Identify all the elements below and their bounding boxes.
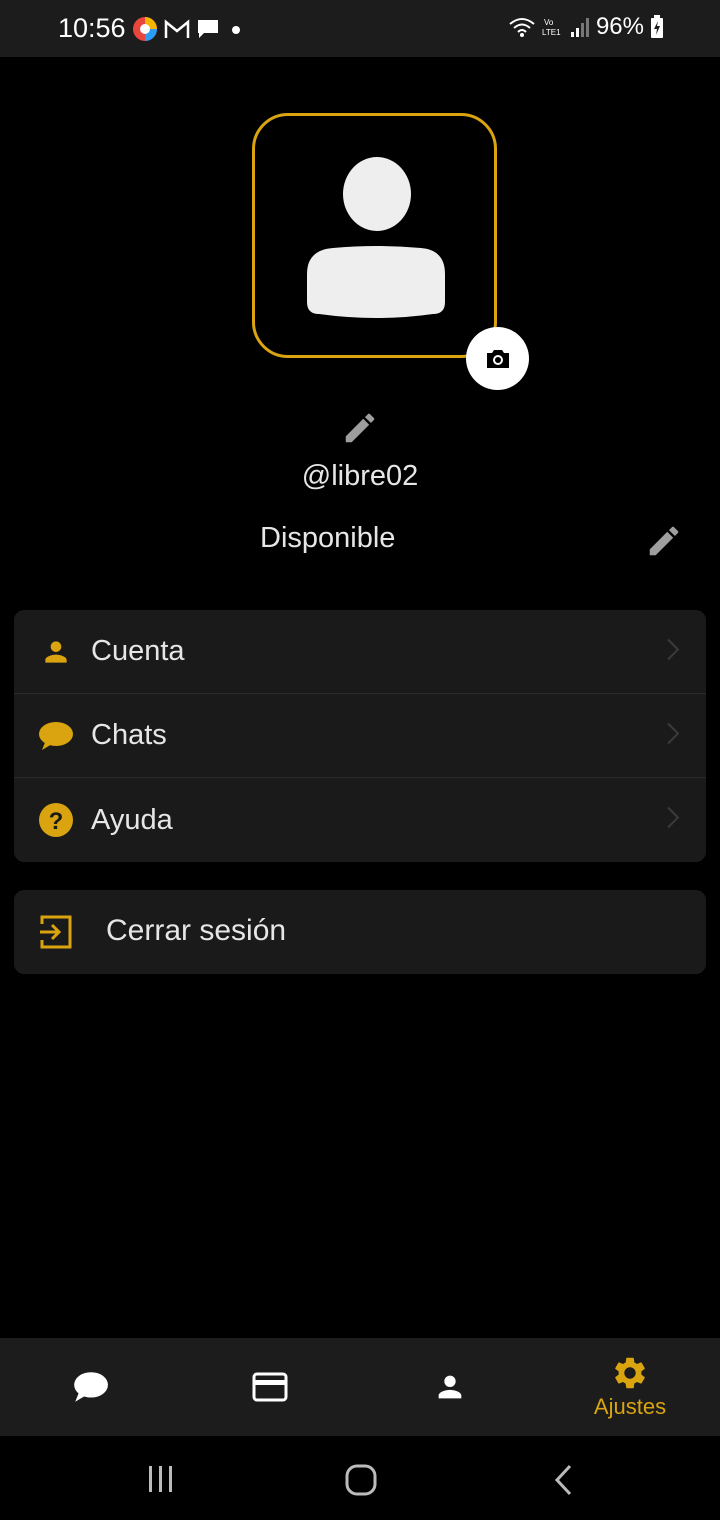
system-navigation-bar xyxy=(0,1436,720,1520)
battery-charging-icon xyxy=(651,15,663,38)
app-notification-icon xyxy=(133,17,157,41)
bottom-navigation: Ajustes xyxy=(0,1338,720,1436)
person-icon xyxy=(38,634,74,670)
wifi-icon xyxy=(509,18,535,37)
username: @libre02 xyxy=(301,460,419,492)
menu-item-label: Ayuda xyxy=(91,803,173,836)
nav-tab-settings[interactable]: Ajustes xyxy=(540,1338,720,1436)
gear-icon xyxy=(615,1357,645,1389)
logout-icon xyxy=(40,915,72,949)
status-time: 10:56 xyxy=(58,13,126,43)
avatar-placeholder-icon xyxy=(307,157,445,318)
chevron-right-icon xyxy=(666,806,680,835)
chevron-right-icon xyxy=(666,721,680,750)
menu-item-ayuda[interactable]: ? Ayuda xyxy=(14,778,706,862)
change-photo-button[interactable] xyxy=(466,327,529,390)
status-indicators: Vo LTE1 96% xyxy=(508,13,664,41)
nav-tab-payments[interactable] xyxy=(180,1338,360,1436)
chat-bubble-icon xyxy=(38,718,74,754)
settings-menu: Cuenta Chats ? Ayuda xyxy=(14,610,706,862)
logout-button[interactable]: Cerrar sesión xyxy=(14,890,706,974)
menu-item-label: Chats xyxy=(91,719,167,751)
edit-username-icon[interactable] xyxy=(341,409,379,447)
svg-text:LTE1: LTE1 xyxy=(542,28,561,37)
chevron-right-icon xyxy=(666,637,680,666)
person-icon xyxy=(438,1375,462,1399)
status-bar: 10:56 Vo LTE1 96% xyxy=(0,0,720,57)
notification-icons xyxy=(132,16,246,42)
back-icon[interactable] xyxy=(552,1464,576,1496)
menu-item-cuenta[interactable]: Cuenta xyxy=(14,610,706,694)
signal-icon xyxy=(570,18,589,37)
card-icon xyxy=(252,1372,288,1402)
svg-text:Vo: Vo xyxy=(544,18,554,27)
help-icon: ? xyxy=(38,802,74,838)
volte-icon: Vo LTE1 xyxy=(542,18,561,37)
logout-label: Cerrar sesión xyxy=(106,914,287,947)
menu-item-chats[interactable]: Chats xyxy=(14,694,706,778)
dot-icon xyxy=(232,26,240,34)
message-icon xyxy=(198,20,218,38)
menu-item-label: Cuenta xyxy=(91,635,185,667)
svg-text:?: ? xyxy=(49,808,64,835)
profile-avatar[interactable] xyxy=(252,113,497,358)
camera-icon xyxy=(486,349,509,368)
chat-bubble-icon xyxy=(74,1372,108,1402)
edit-status-icon[interactable] xyxy=(645,522,683,560)
nav-tab-label: Ajustes xyxy=(593,1394,667,1419)
nav-tab-contacts[interactable] xyxy=(360,1338,540,1436)
recent-apps-icon[interactable] xyxy=(146,1464,176,1494)
nav-tab-chats[interactable] xyxy=(0,1338,180,1436)
status-message: Disponible xyxy=(260,522,396,554)
home-icon[interactable] xyxy=(345,1464,377,1496)
battery-percent: 96% xyxy=(595,13,644,40)
gmail-icon xyxy=(164,19,190,38)
